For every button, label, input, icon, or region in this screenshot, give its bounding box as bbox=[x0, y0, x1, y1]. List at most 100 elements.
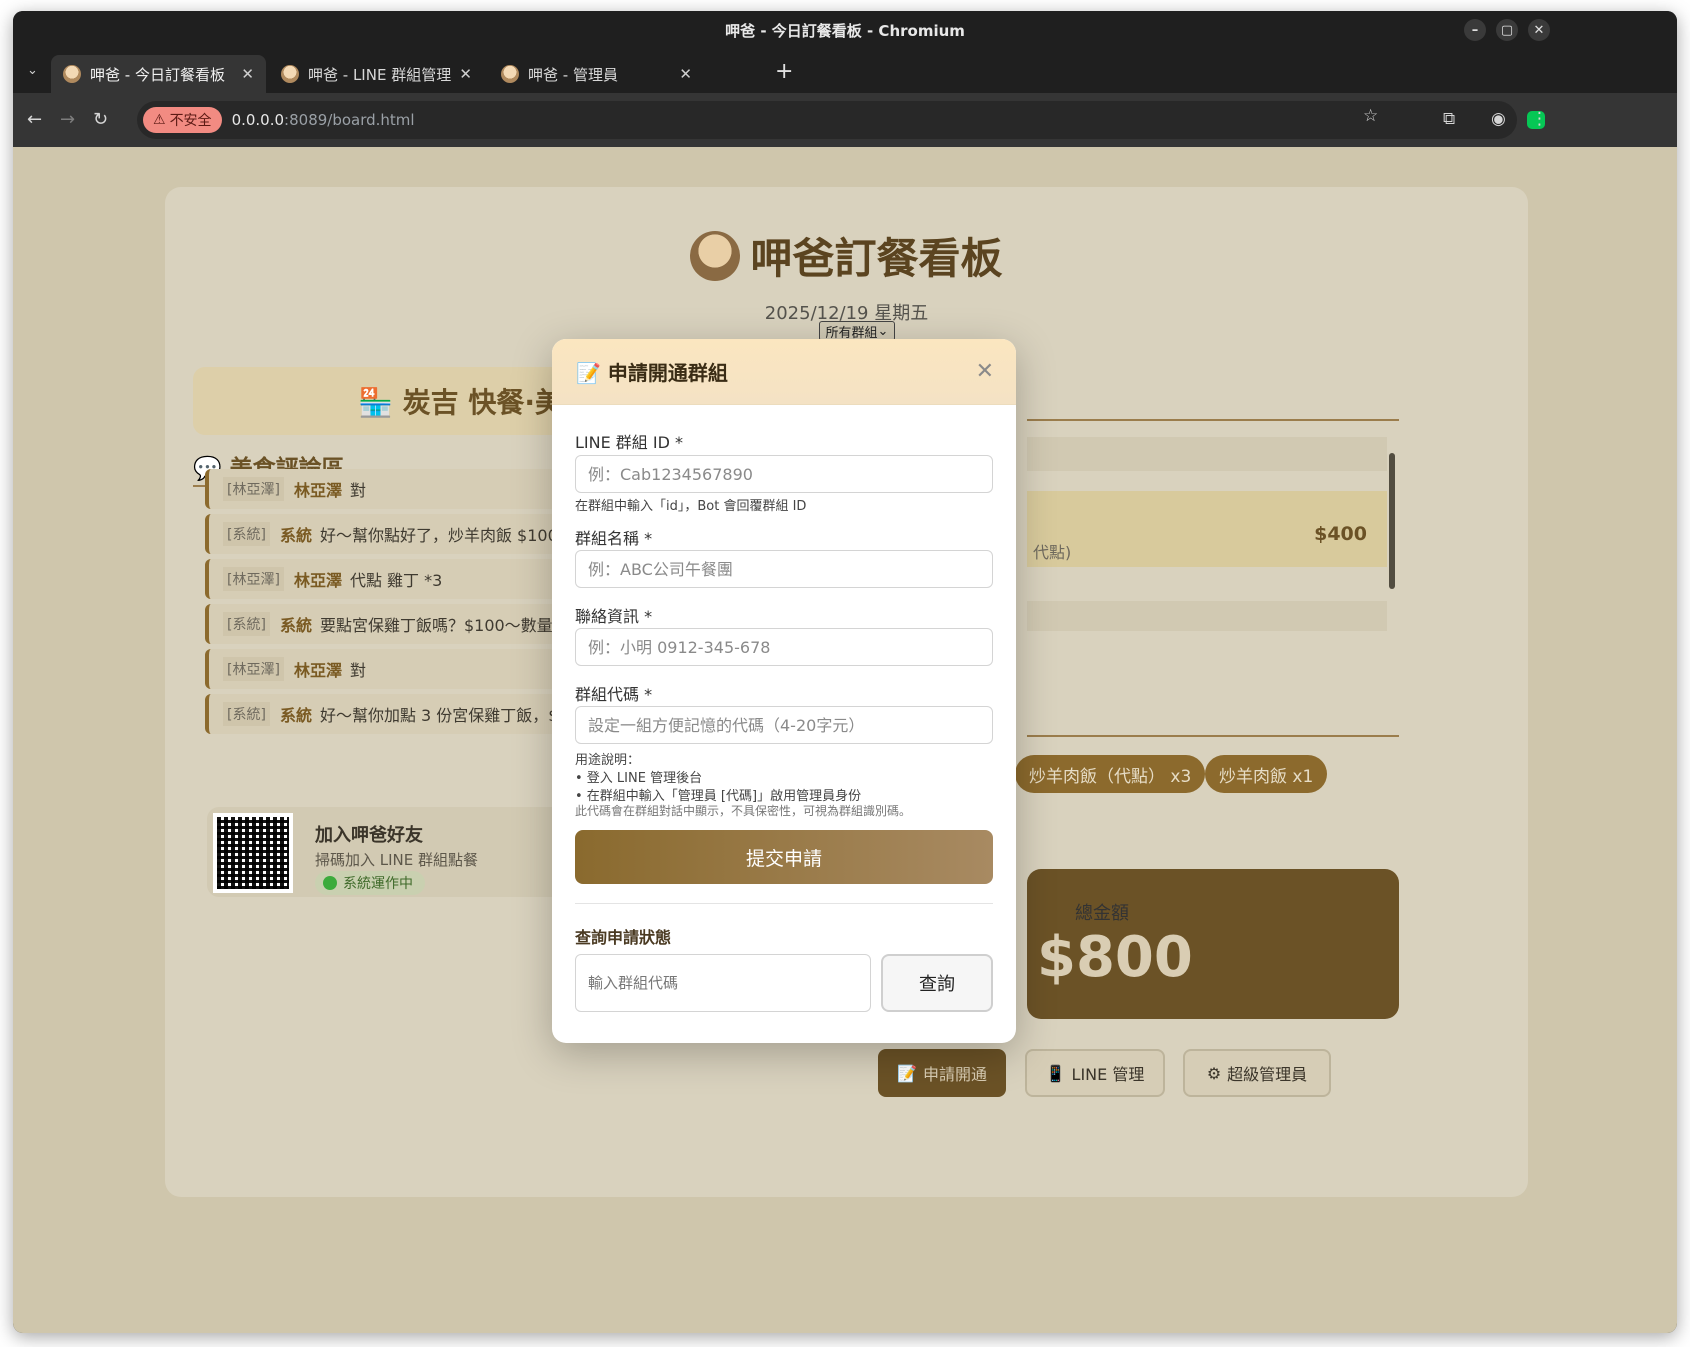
group-code-input[interactable] bbox=[575, 706, 993, 744]
contact-label: 聯絡資訊 * bbox=[575, 607, 653, 626]
group-name-input[interactable] bbox=[575, 550, 993, 588]
message-tag: [林亞澤] bbox=[223, 477, 284, 501]
url-path: :8089/board.html bbox=[284, 111, 415, 129]
modal-header: 📝 申請開通群組 ✕ bbox=[552, 339, 1016, 405]
tab-favicon-icon bbox=[501, 65, 519, 83]
tab-board[interactable]: 呷爸 - 今日訂餐看板 ✕ bbox=[51, 55, 266, 93]
group-name-label: 群組名稱 * bbox=[575, 529, 653, 548]
kebab-menu-icon[interactable]: ⋮ bbox=[1531, 109, 1548, 129]
contact-input[interactable] bbox=[575, 628, 993, 666]
shop-banner: 🏪 炭吉 快餐·美味 bbox=[193, 367, 603, 435]
tab-line-groups[interactable]: 呷爸 - LINE 群組管理 ✕ bbox=[269, 55, 484, 93]
brand-avatar-icon bbox=[690, 230, 741, 281]
tab-admin[interactable]: 呷爸 - 管理員 ✕ bbox=[489, 55, 704, 93]
total-label: 總金額 bbox=[1075, 903, 1129, 924]
close-window-icon[interactable]: ✕ bbox=[1528, 19, 1550, 41]
modal-divider bbox=[575, 903, 993, 904]
message-tag: [系統] bbox=[223, 612, 270, 636]
table-row bbox=[1027, 601, 1387, 631]
query-title: 查詢申請狀態 bbox=[575, 928, 672, 947]
line-id-input[interactable] bbox=[575, 455, 993, 493]
message-tag: [林亞澤] bbox=[223, 657, 284, 681]
tab-label: 呷爸 - 今日訂餐看板 bbox=[90, 65, 225, 84]
message-author: 系統 bbox=[279, 616, 312, 635]
phone-icon: 📱 bbox=[1045, 1063, 1066, 1083]
message-text: 對 bbox=[349, 661, 366, 680]
tab-favicon-icon bbox=[281, 65, 299, 83]
window-titlebar: 呷爸 - 今日訂餐看板 - Chromium – ▢ ✕ bbox=[13, 11, 1677, 49]
super-admin-button[interactable]: ⚙ 超級管理員 bbox=[1183, 1049, 1331, 1097]
close-tab-icon[interactable]: ✕ bbox=[679, 65, 692, 83]
list-item: [系統] 系統 要點宮保雞丁飯嗎？$100～數量是 3 份 bbox=[205, 604, 595, 644]
query-button[interactable]: 查詢 bbox=[881, 954, 993, 1012]
message-tag: [林亞澤] bbox=[223, 567, 284, 591]
qr-pattern bbox=[217, 817, 289, 889]
close-icon[interactable]: ✕ bbox=[976, 359, 994, 384]
comments-list[interactable]: [林亞澤] 林亞澤對 [系統] 系統 好～幫你點好了，炒羊肉飯 $100～ [林亞澤]… bbox=[205, 469, 595, 763]
warning-icon: ⚠ bbox=[153, 112, 166, 128]
order-amount: $400 bbox=[1314, 523, 1367, 545]
list-item: [系統] 系統 好～幫你加點 3 份宮保雞丁飯，$100/份 bbox=[205, 694, 595, 734]
qr-title: 加入呷爸好友 bbox=[315, 825, 423, 846]
reload-icon[interactable]: ↻ bbox=[93, 109, 108, 130]
close-tab-icon[interactable]: ✕ bbox=[241, 65, 254, 83]
address-bar[interactable]: ⚠ 不安全 0.0.0.0:8089/board.html bbox=[137, 101, 1517, 139]
scrollbar-thumb[interactable] bbox=[1389, 453, 1395, 589]
tab-search-icon[interactable]: ⌄ bbox=[27, 63, 38, 78]
message-author: 系統 bbox=[279, 526, 312, 545]
window-title: 呷爸 - 今日訂餐看板 - Chromium bbox=[725, 21, 965, 40]
url-host: 0.0.0.0 bbox=[231, 111, 285, 129]
group-code-label: 群組代碼 * bbox=[575, 685, 653, 704]
message-author: 林亞澤 bbox=[293, 661, 342, 680]
summary-chip: 炒羊肉飯（代點） x3 bbox=[1015, 755, 1206, 793]
orders-list[interactable]: 代點) $400 bbox=[1027, 437, 1387, 663]
line-id-label: LINE 群組 ID * bbox=[575, 433, 684, 452]
status-badge: 系統運作中 bbox=[315, 871, 425, 895]
message-author: 林亞澤 bbox=[293, 571, 342, 590]
orders-divider bbox=[1027, 419, 1399, 421]
browser-toolbar: ← → ↻ ⚠ 不安全 0.0.0.0:8089/board.html ☆ ⧉ … bbox=[13, 93, 1677, 147]
browser-window: 呷爸 - 今日訂餐看板 - Chromium – ▢ ✕ ⌄ 呷爸 - 今日訂餐… bbox=[13, 11, 1677, 1333]
list-item: [林亞澤] 林亞澤對 bbox=[205, 649, 595, 689]
submit-button[interactable]: 提交申請 bbox=[575, 830, 993, 884]
apply-group-modal: 📝 申請開通群組 ✕ LINE 群組 ID * 在群組中輸入「id」，Bot 會… bbox=[552, 339, 1016, 1043]
usage-title: 用途說明： bbox=[575, 753, 641, 768]
page-viewport: 呷爸訂餐看板 2025/12/19 星期五 所有群組⌄ 🏪 炭吉 快餐·美味 💬… bbox=[13, 147, 1677, 1333]
total-card: 總金額 $800 bbox=[1027, 869, 1399, 1019]
message-author: 系統 bbox=[279, 706, 312, 725]
profile-icon[interactable]: ◉ bbox=[1491, 109, 1506, 129]
qr-code[interactable] bbox=[213, 813, 293, 893]
table-row: 代點) $400 bbox=[1027, 491, 1387, 567]
status-dot-icon bbox=[323, 876, 337, 890]
message-text: 代點 雞丁 *3 bbox=[349, 571, 443, 590]
maximize-icon[interactable]: ▢ bbox=[1496, 19, 1518, 41]
message-tag: [系統] bbox=[223, 522, 270, 546]
query-code-input[interactable] bbox=[575, 954, 871, 1012]
tab-favicon-icon bbox=[63, 65, 81, 83]
message-tag: [系統] bbox=[223, 702, 270, 726]
message-author: 林亞澤 bbox=[293, 481, 342, 500]
orders-scrollbar[interactable] bbox=[1387, 443, 1397, 663]
qr-subtitle: 掃碼加入 LINE 群組點餐 bbox=[315, 851, 479, 869]
chevron-down-icon: ⌄ bbox=[877, 323, 889, 339]
super-admin-label: 超級管理員 bbox=[1227, 1065, 1308, 1084]
message-text: 好～幫你點好了，炒羊肉飯 $100～ bbox=[319, 526, 574, 545]
total-value: $800 bbox=[1037, 925, 1193, 990]
order-note: 代點) bbox=[1033, 543, 1072, 562]
list-item: [林亞澤] 林亞澤 代點 雞丁 *3 bbox=[205, 559, 595, 599]
apply-button[interactable]: 📝 申請開通 bbox=[878, 1049, 1006, 1097]
tab-label: 呷爸 - LINE 群組管理 bbox=[308, 65, 452, 84]
bookmark-star-icon[interactable]: ☆ bbox=[1363, 106, 1378, 126]
line-manage-label: LINE 管理 bbox=[1071, 1065, 1145, 1084]
page-title: 呷爸訂餐看板 bbox=[750, 234, 1003, 283]
minimize-icon[interactable]: – bbox=[1464, 19, 1486, 41]
extensions-puzzle-icon[interactable]: ⧉ bbox=[1443, 109, 1455, 129]
line-manage-button[interactable]: 📱 LINE 管理 bbox=[1025, 1049, 1165, 1097]
forward-arrow-icon[interactable]: → bbox=[60, 109, 75, 130]
security-badge[interactable]: ⚠ 不安全 bbox=[143, 107, 222, 133]
summary-chip: 炒羊肉飯 x1 bbox=[1205, 755, 1328, 793]
back-arrow-icon[interactable]: ← bbox=[27, 109, 42, 130]
close-tab-icon[interactable]: ✕ bbox=[459, 65, 472, 83]
group-select[interactable]: 所有群組 ⌄ bbox=[819, 321, 895, 341]
new-tab-icon[interactable]: + bbox=[775, 59, 793, 84]
